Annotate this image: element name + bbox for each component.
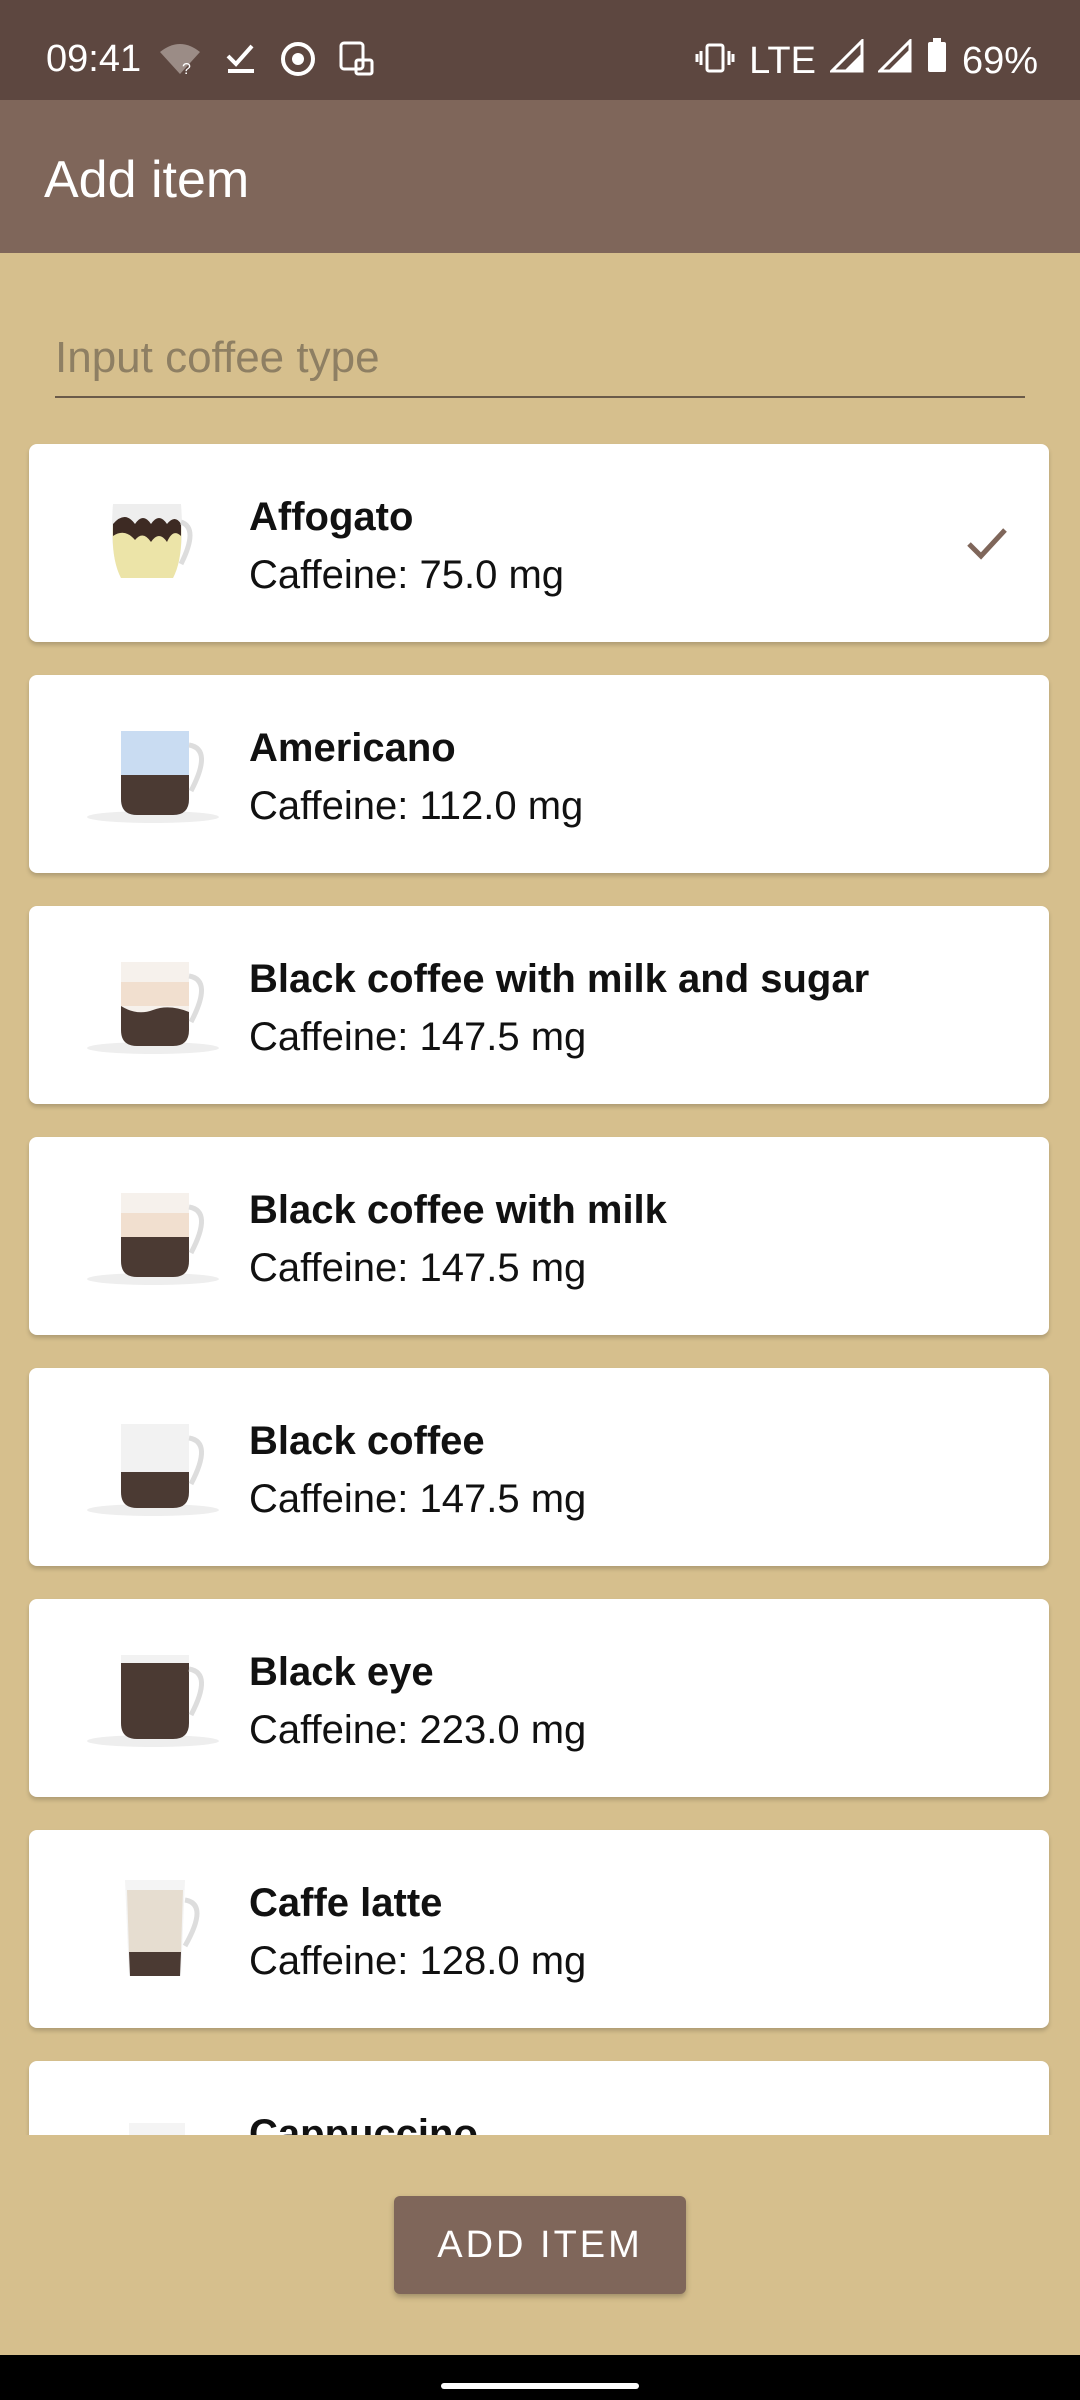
navigation-bar bbox=[0, 2355, 1080, 2400]
item-text: Americano Caffeine: 112.0 mg bbox=[249, 719, 583, 835]
page-title: Add item bbox=[44, 151, 250, 209]
app-notification-icon bbox=[338, 40, 376, 83]
item-name: Affogato bbox=[249, 495, 414, 539]
item-caffeine: Caffeine: 75.0 mg bbox=[249, 553, 565, 597]
network-type: LTE bbox=[749, 39, 816, 82]
list-item-affogato[interactable]: Affogato Caffeine: 75.0 mg bbox=[29, 444, 1049, 642]
battery-percent: 69% bbox=[961, 39, 1038, 82]
item-caffeine: Caffeine: 128.0 mg bbox=[249, 1939, 587, 1983]
item-name: Black coffee with milk bbox=[249, 1188, 667, 1232]
item-text: Black coffee with milk Caffeine: 147.5 m… bbox=[249, 1181, 667, 1297]
item-text: Black coffee Caffeine: 147.5 mg bbox=[249, 1412, 586, 1528]
item-caffeine: Caffeine: 147.5 mg bbox=[249, 1246, 587, 1290]
milk-sugar-cup-icon bbox=[73, 956, 233, 1056]
item-caffeine: Caffeine: 147.5 mg bbox=[249, 1477, 587, 1521]
item-text: Black eye Caffeine: 223.0 mg bbox=[249, 1643, 586, 1759]
black-eye-cup-icon bbox=[73, 1649, 233, 1749]
checkmark-icon bbox=[224, 42, 258, 81]
signal-icon bbox=[876, 37, 912, 83]
home-gesture-handle[interactable] bbox=[441, 2383, 639, 2389]
item-caffeine: Caffeine: 112.0 mg bbox=[249, 784, 584, 828]
milk-cup-icon bbox=[73, 1187, 233, 1287]
item-text: Affogato Caffeine: 75.0 mg bbox=[249, 488, 564, 604]
coffee-type-input[interactable] bbox=[55, 320, 1025, 398]
latte-cup-icon bbox=[73, 1880, 233, 1980]
item-name: Americano bbox=[249, 726, 456, 770]
wifi-question-icon: ? bbox=[158, 42, 202, 81]
signal-icon bbox=[828, 37, 864, 83]
list-item-black-eye[interactable]: Black eye Caffeine: 223.0 mg bbox=[29, 1599, 1049, 1797]
cappuccino-cup-icon bbox=[73, 2111, 233, 2135]
item-name: Black coffee bbox=[249, 1419, 485, 1463]
status-system-icons: LTE 69% bbox=[695, 37, 1038, 84]
list-item-americano[interactable]: Americano Caffeine: 112.0 mg bbox=[29, 675, 1049, 873]
affogato-cup-icon bbox=[73, 494, 233, 594]
status-bar: 09:41 ? LTE 69% bbox=[0, 0, 1080, 100]
item-text: Cappuccino bbox=[249, 2105, 478, 2135]
add-item-button[interactable]: ADD ITEM bbox=[394, 2196, 686, 2294]
status-time: 09:41 bbox=[46, 38, 142, 80]
black-coffee-cup-icon bbox=[73, 1418, 233, 1518]
item-name: Black eye bbox=[249, 1650, 434, 1694]
item-name: Caffe latte bbox=[249, 1881, 443, 1925]
status-notification-icons: ? bbox=[158, 40, 376, 83]
list-item-black-coffee-milk[interactable]: Black coffee with milk Caffeine: 147.5 m… bbox=[29, 1137, 1049, 1335]
coffee-list[interactable]: Affogato Caffeine: 75.0 mg Americano Caf… bbox=[0, 430, 1080, 2135]
battery-icon bbox=[926, 38, 948, 84]
selected-checkmark-icon bbox=[965, 522, 1009, 566]
item-text: Black coffee with milk and sugar Caffein… bbox=[249, 950, 869, 1066]
americano-cup-icon bbox=[73, 725, 233, 825]
svg-text:?: ? bbox=[182, 61, 191, 76]
list-item-caffe-latte[interactable]: Caffe latte Caffeine: 128.0 mg bbox=[29, 1830, 1049, 2028]
search-field-wrapper bbox=[55, 320, 1025, 400]
list-item-cappuccino[interactable]: Cappuccino bbox=[29, 2061, 1049, 2135]
app-bar: Add item bbox=[0, 100, 1080, 253]
item-caffeine: Caffeine: 147.5 mg bbox=[249, 1015, 587, 1059]
vibrate-icon bbox=[695, 40, 735, 83]
item-caffeine: Caffeine: 223.0 mg bbox=[249, 1708, 587, 1752]
item-name: Black coffee with milk and sugar bbox=[249, 957, 870, 1001]
list-item-black-coffee[interactable]: Black coffee Caffeine: 147.5 mg bbox=[29, 1368, 1049, 1566]
item-text: Caffe latte Caffeine: 128.0 mg bbox=[249, 1874, 586, 1990]
item-name: Cappuccino bbox=[249, 2112, 478, 2135]
chrome-icon bbox=[280, 41, 316, 82]
list-item-black-coffee-milk-sugar[interactable]: Black coffee with milk and sugar Caffein… bbox=[29, 906, 1049, 1104]
